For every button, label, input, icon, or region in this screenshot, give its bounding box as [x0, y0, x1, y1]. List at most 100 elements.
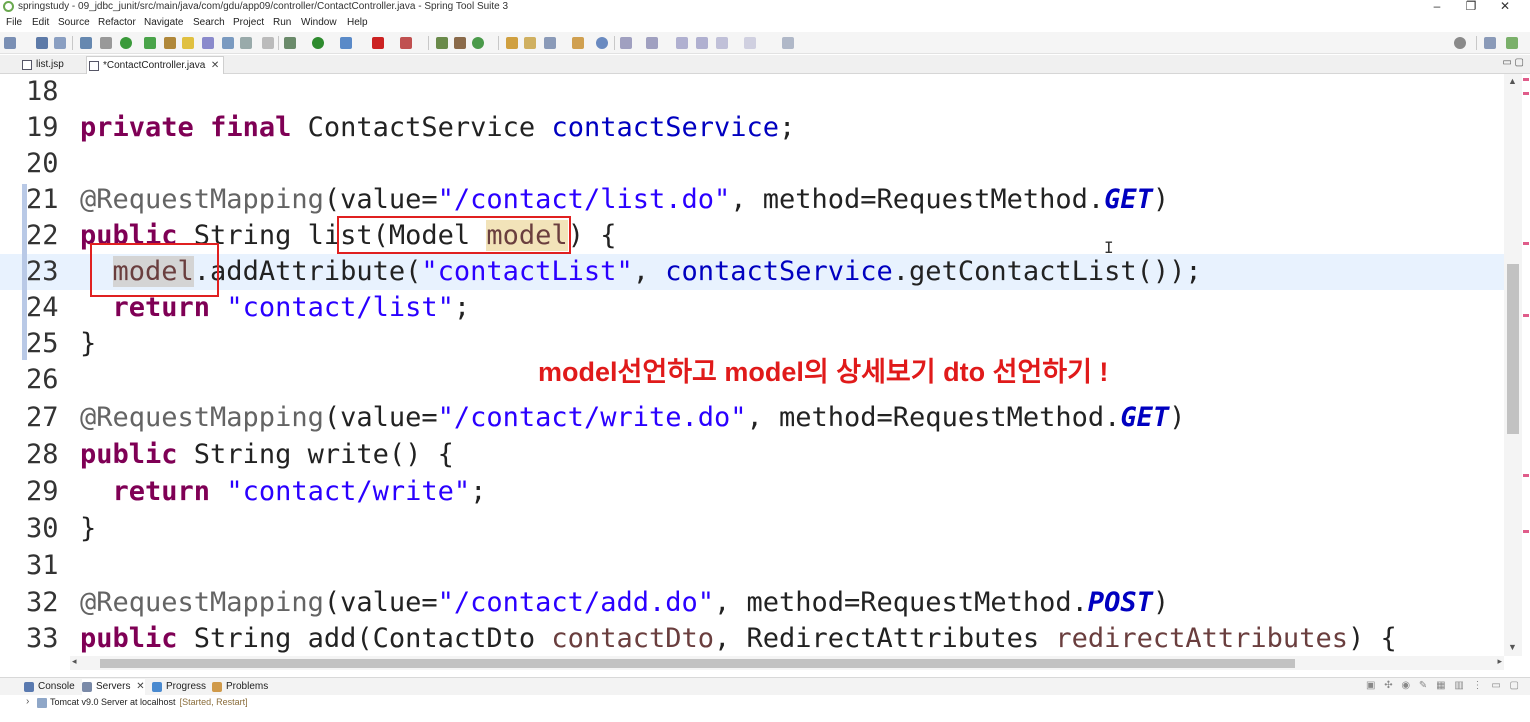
menu-run[interactable]: Run: [273, 16, 291, 29]
code-line-33: 33 public String add(ContactDto contactD…: [0, 621, 1504, 656]
new-package-icon[interactable]: [454, 37, 466, 49]
new-java-project-icon[interactable]: [436, 37, 448, 49]
vertical-scroll-thumb[interactable]: [1507, 264, 1519, 434]
run-icon[interactable]: [312, 37, 324, 49]
code-text: }: [80, 328, 97, 359]
coverage-icon[interactable]: [340, 37, 352, 49]
back-icon[interactable]: [696, 37, 708, 49]
menu-project[interactable]: Project: [233, 16, 264, 29]
tab-contact-controller[interactable]: *ContactController.java ✕: [86, 56, 225, 74]
menu-bar: File Edit Source Refactor Navigate Searc…: [0, 14, 1530, 31]
scroll-right-icon[interactable]: ▸: [1497, 656, 1502, 667]
code-text: @RequestMapping(value="/contact/add.do",…: [80, 587, 1170, 618]
spring-boot-dashboard-icon[interactable]: [120, 37, 132, 49]
code-line-31: 31: [0, 548, 1504, 584]
menu-refactor[interactable]: Refactor: [98, 16, 136, 29]
mark-occurrences-icon[interactable]: [182, 37, 194, 49]
debug-icon[interactable]: [284, 37, 296, 49]
save-icon[interactable]: [36, 37, 48, 49]
servers-icon: [82, 682, 92, 692]
jsp-file-icon: [22, 60, 32, 70]
new-icon[interactable]: [4, 37, 16, 49]
menu-search[interactable]: Search: [193, 16, 225, 29]
minimize-maximize-icon[interactable]: ▭ ▢: [1502, 57, 1524, 68]
menu-help[interactable]: Help: [347, 16, 368, 29]
last-edit-location-icon[interactable]: [676, 37, 688, 49]
overview-mark[interactable]: [1523, 530, 1529, 533]
forward-arrow-icon[interactable]: [744, 37, 756, 49]
menu-edit[interactable]: Edit: [32, 16, 49, 29]
close-tab-icon[interactable]: ✕: [211, 57, 219, 74]
problems-icon: [212, 682, 222, 692]
open-type-icon[interactable]: [506, 37, 518, 49]
line-number: 20: [26, 148, 59, 179]
next-annotation-icon[interactable]: [620, 37, 632, 49]
scroll-left-icon[interactable]: ◂: [72, 656, 77, 667]
overview-mark[interactable]: [1523, 314, 1529, 317]
pin-editor-icon[interactable]: [782, 37, 794, 49]
open-perspective-icon[interactable]: [1484, 37, 1496, 49]
horizontal-scroll-thumb[interactable]: [100, 659, 1295, 668]
code-line-23: 23 model.addAttribute("contactList", con…: [0, 254, 1504, 290]
vertical-scrollbar[interactable]: ▲ ▼: [1504, 74, 1522, 656]
line-number: 26: [26, 364, 59, 395]
line-number: 19: [26, 112, 59, 143]
overview-mark[interactable]: [1523, 242, 1529, 245]
open-task-icon[interactable]: [524, 37, 536, 49]
restore-button[interactable]: ❐: [1456, 0, 1486, 14]
pin-icon[interactable]: [164, 37, 176, 49]
tab-list-jsp[interactable]: list.jsp: [20, 56, 64, 74]
minimize-button[interactable]: –: [1422, 0, 1452, 14]
scroll-down-icon[interactable]: ▼: [1508, 642, 1517, 652]
overview-mark[interactable]: [1523, 78, 1529, 81]
overview-mark[interactable]: [1523, 92, 1529, 95]
tab-progress[interactable]: Progress: [152, 679, 206, 695]
paragraph-icon[interactable]: [262, 37, 274, 49]
server-list-item[interactable]: › Tomcat v9.0 Server at localhost [Starte…: [0, 695, 1530, 711]
back-arrow-icon[interactable]: [716, 37, 728, 49]
code-text: return "contact/write";: [112, 476, 487, 507]
tab-problems[interactable]: Problems: [212, 679, 268, 695]
close-tab-icon[interactable]: ✕: [136, 681, 144, 692]
view-toolbar[interactable]: ▣ ✣ ◉ ✎ ▦ ▥ ⋮ ▭ ▢: [1366, 680, 1522, 691]
menu-source[interactable]: Source: [58, 16, 90, 29]
stop-icon[interactable]: [372, 37, 384, 49]
web-browser-icon[interactable]: [596, 37, 608, 49]
menu-navigate[interactable]: Navigate: [144, 16, 183, 29]
tab-servers[interactable]: Servers ✕: [82, 679, 145, 695]
tab-console[interactable]: Console: [24, 679, 75, 695]
show-whitespace-icon[interactable]: [240, 37, 252, 49]
new-class-icon[interactable]: [472, 37, 484, 49]
spring-tool-suite-icon: [3, 1, 14, 12]
menu-window[interactable]: Window: [301, 16, 337, 29]
refresh-icon[interactable]: [144, 37, 156, 49]
terminal-icon[interactable]: [80, 37, 92, 49]
overview-ruler[interactable]: [1522, 74, 1530, 656]
spring-perspective-icon[interactable]: [1506, 37, 1518, 49]
horizontal-scrollbar[interactable]: ◂ ▸: [70, 656, 1504, 670]
line-number: 30: [26, 513, 59, 544]
overview-mark[interactable]: [1523, 474, 1529, 477]
search-tool-icon[interactable]: [544, 37, 556, 49]
annotation-icon[interactable]: [202, 37, 214, 49]
code-text: model.addAttribute("contactList", contac…: [112, 256, 1202, 287]
search-icon[interactable]: [1454, 37, 1466, 49]
save-all-icon[interactable]: [54, 37, 66, 49]
expand-chevron-icon[interactable]: ›: [26, 696, 29, 707]
block-selection-icon[interactable]: [222, 37, 234, 49]
code-line-22: 22 public String list(Model model) {: [0, 218, 1504, 254]
server-name: Tomcat v9.0 Server at localhost: [50, 697, 176, 707]
line-number: 31: [26, 550, 59, 581]
menu-file[interactable]: File: [6, 16, 22, 29]
scroll-up-icon[interactable]: ▲: [1508, 76, 1517, 86]
close-window-button[interactable]: ✕: [1490, 0, 1520, 14]
skip-breakpoints-icon[interactable]: [100, 37, 112, 49]
code-line-18: 18: [0, 74, 1504, 110]
line-number: 27: [26, 402, 59, 433]
previous-annotation-icon[interactable]: [646, 37, 658, 49]
line-number: 25: [26, 328, 59, 359]
line-number: 29: [26, 476, 59, 507]
external-tools-icon[interactable]: [400, 37, 412, 49]
code-line-21: 21 @RequestMapping(value="/contact/list.…: [0, 182, 1504, 218]
open-resource-icon[interactable]: [572, 37, 584, 49]
